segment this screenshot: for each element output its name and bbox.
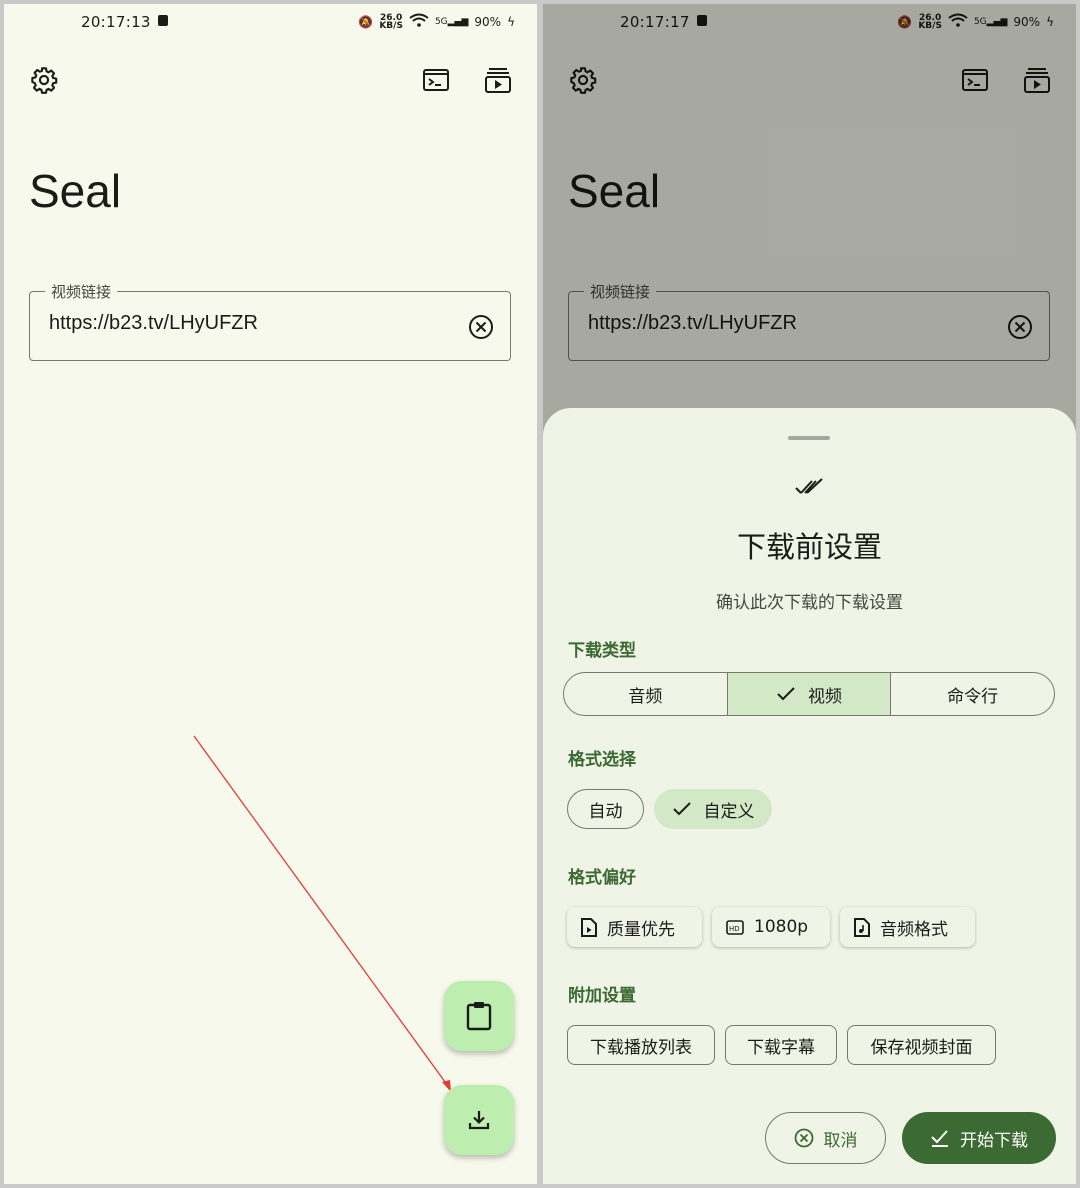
segment-video[interactable]: 视频 bbox=[727, 673, 892, 715]
done-icon bbox=[931, 1130, 948, 1147]
bottom-sheet: 下载前设置 确认此次下载的下载设置 下载类型 音频 视频 命令行 格式选择 自动… bbox=[543, 408, 1076, 1184]
audio-file-icon bbox=[854, 917, 870, 937]
download-settings-screen: 20:17:17 🔕 26.0 KB/S 5G▂▄▆ 90% ϟ Seal 视频链… bbox=[543, 4, 1076, 1184]
chip-quality-priority[interactable]: 质量优先 bbox=[567, 907, 702, 947]
chip-save-thumbnail[interactable]: 保存视频封面 bbox=[847, 1025, 996, 1065]
svg-text:HD: HD bbox=[729, 925, 740, 933]
chip-audio-format[interactable]: 音频格式 bbox=[840, 907, 975, 947]
segment-command-line[interactable]: 命令行 bbox=[891, 673, 1054, 715]
check-icon bbox=[777, 687, 795, 701]
check-icon bbox=[672, 802, 691, 816]
paste-clipboard-button[interactable] bbox=[444, 981, 514, 1051]
cancel-button[interactable]: 取消 bbox=[765, 1112, 886, 1164]
chip-auto[interactable]: 自动 bbox=[567, 789, 644, 829]
section-extra-settings: 附加设置 bbox=[568, 986, 636, 1006]
drag-handle[interactable] bbox=[788, 436, 830, 440]
download-icon bbox=[468, 1111, 490, 1130]
chip-download-playlist[interactable]: 下载播放列表 bbox=[567, 1025, 715, 1065]
segment-audio[interactable]: 音频 bbox=[564, 673, 728, 715]
download-type-segmented: 音频 视频 命令行 bbox=[563, 672, 1055, 716]
sheet-title: 下载前设置 bbox=[736, 530, 882, 564]
download-button[interactable] bbox=[444, 1085, 514, 1155]
section-format-select: 格式选择 bbox=[568, 750, 636, 770]
start-download-button[interactable]: 开始下载 bbox=[902, 1112, 1056, 1164]
clipboard-icon bbox=[466, 1002, 492, 1031]
home-screen: 20:17:13 🔕 26.0 KB/S 5G▂▄▆ 90% ϟ Seal 视频链… bbox=[4, 4, 537, 1184]
chip-download-subtitles[interactable]: 下载字幕 bbox=[725, 1025, 837, 1065]
file-icon bbox=[581, 917, 597, 937]
chip-custom[interactable]: 自定义 bbox=[654, 789, 772, 829]
cancel-icon bbox=[794, 1128, 813, 1148]
done-all-icon bbox=[794, 478, 826, 502]
section-format-pref: 格式偏好 bbox=[568, 868, 636, 888]
sheet-subtitle: 确认此次下载的下载设置 bbox=[716, 593, 903, 613]
hd-icon: HD bbox=[726, 919, 744, 935]
section-download-type: 下载类型 bbox=[568, 641, 636, 661]
chip-resolution[interactable]: HD 1080p bbox=[712, 907, 830, 947]
